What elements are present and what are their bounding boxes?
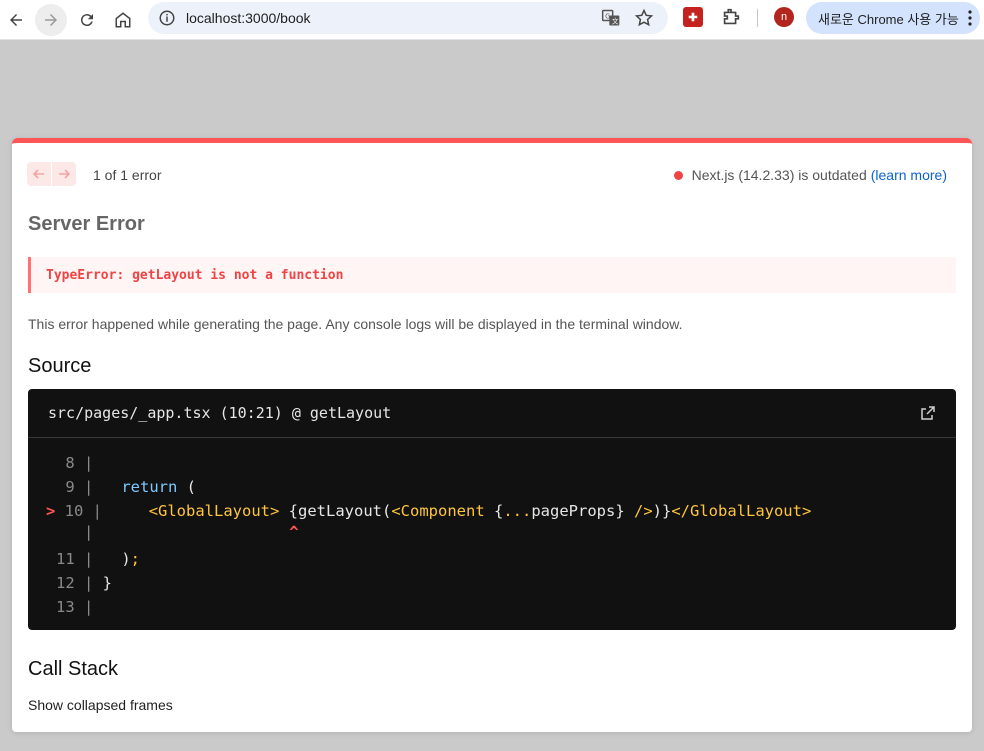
- code-jsx-tag: <GlobalLayout>: [148, 502, 280, 520]
- prev-error-icon: [32, 169, 44, 179]
- error-message-box: TypeError: getLayout is not a function: [28, 257, 956, 293]
- address-bar[interactable]: localhost:3000/book G文: [148, 2, 668, 34]
- code-line-9: 9 | return (: [28, 475, 196, 499]
- prev-error-button[interactable]: [27, 162, 51, 186]
- code-caret-line: | ^: [28, 520, 299, 544]
- code-text: {getLayout(: [279, 502, 392, 520]
- code-text: pageProps}: [531, 502, 634, 520]
- back-button[interactable]: [0, 4, 32, 36]
- profile-avatar[interactable]: n: [774, 7, 794, 27]
- code-keyword: return: [121, 478, 178, 496]
- code-jsx-tag: />: [633, 502, 653, 520]
- home-button[interactable]: [107, 4, 139, 36]
- code-spread: ...: [503, 502, 532, 520]
- svg-text:文: 文: [612, 16, 619, 25]
- error-count: 1 of 1 error: [93, 167, 162, 183]
- code-frame-header: src/pages/_app.tsx (10:21) @ getLayout: [28, 389, 956, 438]
- code-line-8: 8 |: [28, 451, 93, 475]
- bookmark-star-icon[interactable]: [634, 8, 654, 28]
- code-line-13: 13 |: [28, 595, 93, 619]
- error-overlay-dialog: 1 of 1 error Next.js (14.2.33) is outdat…: [12, 138, 972, 732]
- error-caret: ^: [289, 523, 299, 541]
- gutter: 12 |: [28, 574, 94, 592]
- translate-icon[interactable]: G文: [601, 8, 621, 28]
- puzzle-icon[interactable]: [720, 6, 742, 28]
- error-line-marker: >: [46, 502, 56, 520]
- error-message: TypeError: getLayout is not a function: [46, 268, 344, 283]
- gutter: 8 |: [28, 454, 94, 472]
- version-text: Next.js (14.2.33) is outdated: [691, 167, 867, 183]
- browser-toolbar: localhost:3000/book G文 ✚ n 새로운 Chrome 사용…: [0, 0, 984, 40]
- code-text: )}: [652, 502, 672, 520]
- error-description: This error happened while generating the…: [28, 316, 683, 332]
- call-stack-heading: Call Stack: [28, 658, 119, 680]
- code-text: }: [93, 574, 112, 592]
- error-title: Server Error: [28, 213, 145, 235]
- source-heading: Source: [28, 355, 92, 377]
- home-icon: [115, 12, 131, 28]
- reload-button[interactable]: [71, 4, 103, 36]
- gutter: 13 |: [28, 598, 94, 616]
- code-text: (: [177, 478, 196, 496]
- source-file-link[interactable]: src/pages/_app.tsx (10:21) @ getLayout: [48, 404, 391, 422]
- code-jsx-tag: </GlobalLayout>: [671, 502, 812, 520]
- code-line-11: 11 | );: [28, 547, 140, 571]
- extension-icon[interactable]: ✚: [683, 7, 703, 27]
- next-error-button[interactable]: [52, 162, 76, 186]
- more-vert-icon: [968, 10, 972, 26]
- back-arrow-icon: [10, 14, 22, 26]
- url-text[interactable]: localhost:3000/book: [186, 10, 311, 26]
- code-frame: src/pages/_app.tsx (10:21) @ getLayout 8…: [28, 389, 956, 630]
- code-text: {: [484, 502, 504, 520]
- code-line-12: 12 | }: [28, 571, 112, 595]
- chrome-update-button[interactable]: 새로운 Chrome 사용 가능: [806, 2, 980, 34]
- code-semicolon: ;: [130, 550, 141, 568]
- external-link-icon[interactable]: [920, 405, 936, 421]
- gutter: 11 |: [28, 550, 94, 568]
- gutter: |: [28, 523, 94, 541]
- svg-text:G: G: [605, 12, 610, 20]
- next-error-icon: [59, 169, 71, 179]
- outdated-dot-icon: [673, 170, 683, 180]
- gutter: 9 |: [28, 478, 94, 496]
- code-text: ): [121, 550, 131, 568]
- learn-more-link[interactable]: (learn more): [871, 167, 947, 183]
- forward-button[interactable]: [35, 4, 67, 36]
- site-info-icon[interactable]: [158, 9, 176, 27]
- toolbar-divider: [757, 9, 758, 27]
- code-jsx-tag: <Component: [391, 502, 485, 520]
- chrome-update-label: 새로운 Chrome 사용 가능: [818, 11, 959, 27]
- show-collapsed-frames-button[interactable]: Show collapsed frames: [28, 697, 173, 713]
- version-status: Next.js (14.2.33) is outdated (learn mor…: [673, 167, 947, 183]
- forward-arrow-icon: [45, 14, 57, 26]
- reload-icon: [80, 14, 93, 27]
- error-pagination: [27, 162, 77, 186]
- gutter: 10 |: [55, 502, 103, 520]
